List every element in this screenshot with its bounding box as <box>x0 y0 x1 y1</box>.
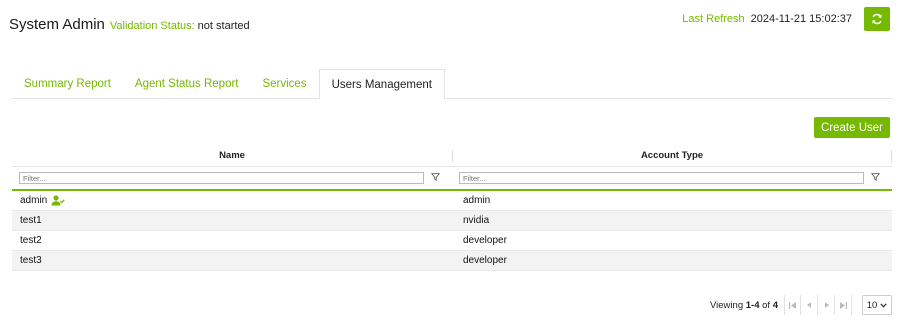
next-page-icon <box>824 302 829 308</box>
refresh-icon <box>872 13 882 25</box>
tab-summary-report[interactable]: Summary Report <box>12 69 123 99</box>
last-refresh-label: Last Refresh <box>682 13 745 25</box>
filter-funnel-icon[interactable] <box>864 172 886 181</box>
viewing-prefix: Viewing <box>710 299 744 311</box>
cell-name: test2 <box>20 234 42 246</box>
viewing-of: of <box>762 299 771 311</box>
viewing-range: 1-4 <box>745 299 760 311</box>
filter-cell-account-type <box>452 172 892 189</box>
filter-row <box>12 167 892 191</box>
account-type-filter-input[interactable] <box>459 172 864 184</box>
users-table: Name Account Type admin <box>12 145 892 271</box>
cell-account-type: developer <box>463 254 507 266</box>
refresh-button[interactable] <box>864 7 890 31</box>
last-refresh-time: 2024-11-21 15:02:37 <box>750 13 852 25</box>
last-page-icon <box>839 301 847 309</box>
name-filter-input[interactable] <box>19 172 424 184</box>
tab-agent-status-report[interactable]: Agent Status Report <box>123 69 251 99</box>
table-row[interactable]: test2 developer <box>12 231 892 251</box>
page-header: System Admin Validation Status: not star… <box>9 16 250 33</box>
tab-bar: Summary Report Agent Status Report Servi… <box>12 69 892 100</box>
cell-account-type: admin <box>463 194 491 206</box>
user-name: admin <box>20 194 48 206</box>
cell-name: test1 <box>20 214 42 226</box>
validation-status-label: Validation Status: <box>109 20 195 32</box>
cell-name: test3 <box>20 254 42 266</box>
validation-status-value: not started <box>197 20 250 32</box>
cell-account-type: developer <box>463 234 507 246</box>
column-header-account-type-label: Account Type <box>640 150 704 161</box>
viewing-summary: Viewing 1-4 of 4 <box>710 300 778 311</box>
viewing-total: 4 <box>772 299 778 311</box>
create-user-button[interactable]: Create User <box>814 117 890 138</box>
first-page-icon <box>789 301 796 309</box>
tab-users-management[interactable]: Users Management <box>318 69 445 100</box>
tab-services[interactable]: Services <box>250 69 318 99</box>
first-page-button[interactable] <box>784 295 801 315</box>
cell-name: admin <box>12 191 449 210</box>
cell-account-type: nvidia <box>463 214 490 226</box>
column-header-name[interactable]: Name <box>12 145 452 166</box>
table-row[interactable]: admin admin <box>12 191 892 211</box>
filter-cell-name <box>12 172 452 189</box>
page-size-select[interactable]: 10 <box>862 295 892 315</box>
filter-funnel-icon[interactable] <box>424 172 446 181</box>
refresh-area: Last Refresh 2024-11-21 15:02:37 <box>682 7 890 31</box>
column-header-account-type[interactable]: Account Type <box>452 145 892 166</box>
page-title: System Admin <box>9 16 105 33</box>
table-header: Name Account Type <box>12 145 892 167</box>
prev-page-button[interactable] <box>801 295 818 315</box>
pagination: Viewing 1-4 of 4 10 <box>710 294 892 316</box>
next-page-button[interactable] <box>818 295 835 315</box>
user-check-icon <box>51 195 66 206</box>
prev-page-icon <box>806 302 811 308</box>
last-page-button[interactable] <box>835 295 852 315</box>
table-row[interactable]: test3 developer <box>12 251 892 271</box>
table-row[interactable]: test1 nvidia <box>12 211 892 231</box>
chevron-down-icon <box>880 302 887 308</box>
page-size-value: 10 <box>866 299 878 311</box>
